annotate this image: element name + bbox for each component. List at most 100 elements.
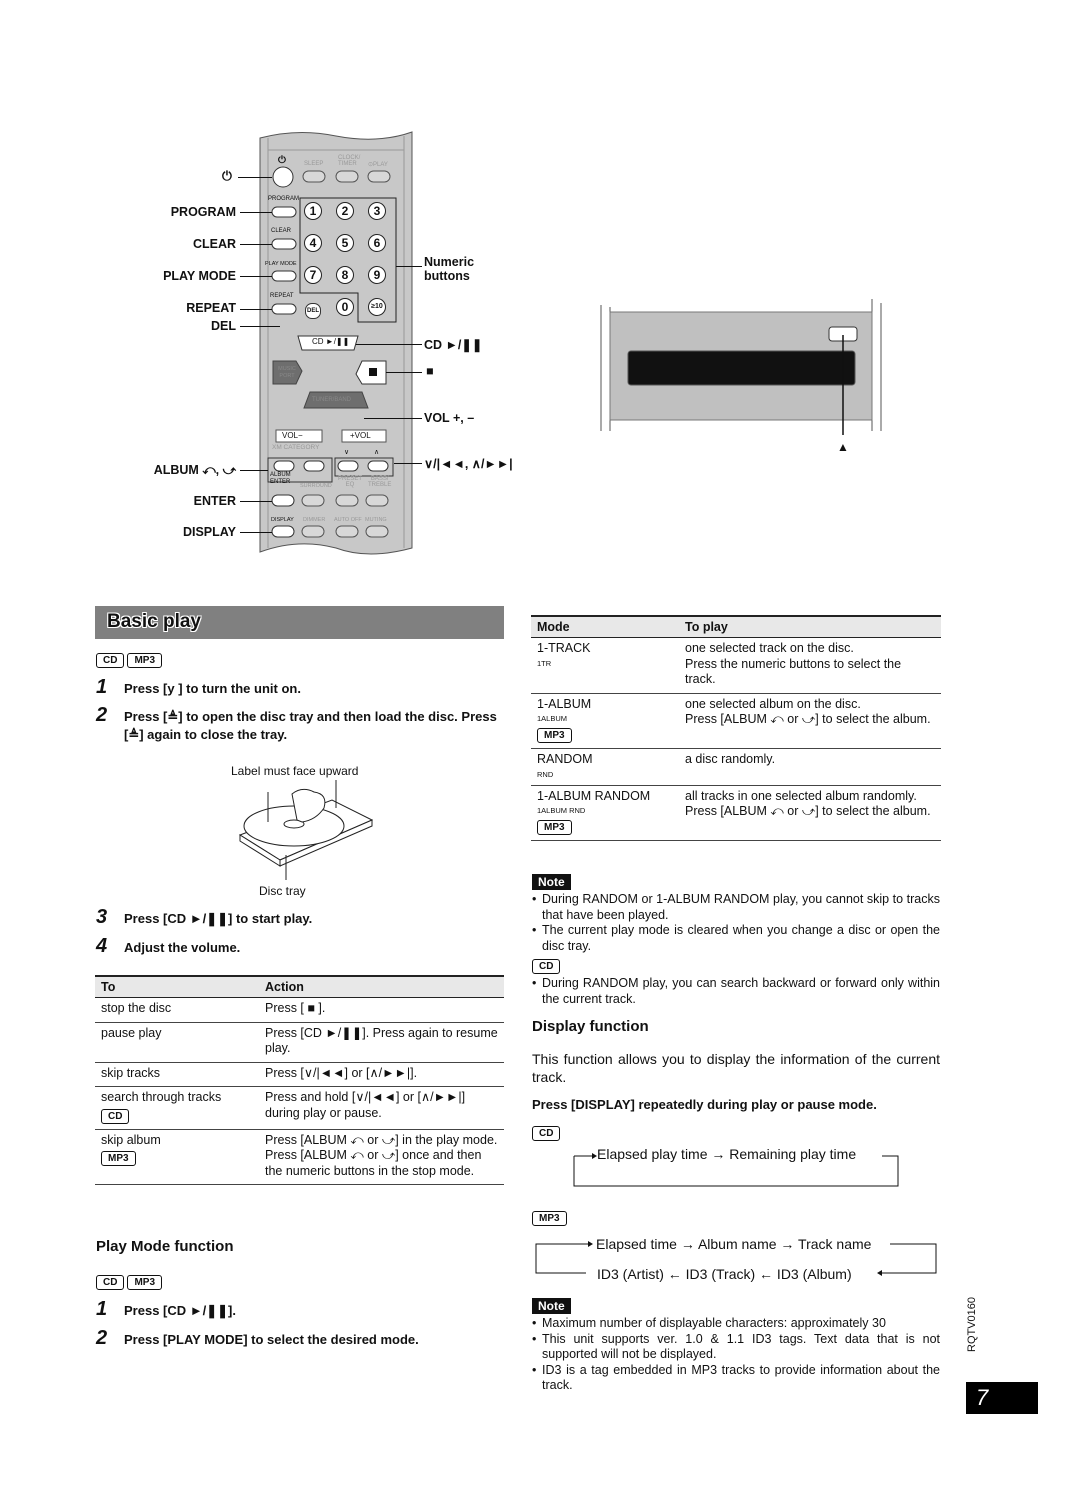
numeric-button-5[interactable]: 5: [336, 234, 354, 252]
numeric-button-6[interactable]: 6: [368, 234, 386, 252]
display-mp3-badge-wrap: MP3: [532, 1208, 570, 1226]
play-mode-table: Mode To play 1-TRACK 1TR one selected trac…: [531, 615, 941, 841]
cell-mode: 1-TRACK 1TR: [531, 637, 679, 694]
tuner-band-button[interactable]: TUNER/BAND: [312, 397, 351, 403]
program-button-label: PROGRAM: [268, 196, 300, 202]
cell-mode: 1-ALBUM RANDOM 1ALBUM RND MP3: [531, 785, 679, 841]
surround-label: SURROUND: [300, 483, 332, 489]
callout-play-mode: PLAY MODE: [163, 269, 236, 283]
cell-mode: RANDOM RND: [531, 748, 679, 786]
callout-stop: ■: [426, 364, 434, 378]
bass-treble-label: BASS/TREBLE: [368, 476, 392, 488]
table-row: search through tracks CD Press and hold [∨…: [95, 1086, 504, 1130]
callout-cd-play-pause: CD ►/❚❚: [424, 338, 483, 352]
cd-play-pause-button[interactable]: CD ►/❚❚: [312, 337, 349, 346]
play-mode-note-tag: Note: [532, 873, 571, 891]
xm-category-label: XM CATEGORY: [272, 444, 320, 451]
numeric-button-7[interactable]: 7: [304, 266, 322, 284]
cd-badge: CD: [96, 1275, 125, 1290]
play-mode-title: Play Mode function: [96, 1238, 234, 1255]
callout-repeat: REPEAT: [186, 301, 236, 315]
note-item: Maximum number of displayable characters…: [532, 1316, 940, 1332]
callout-power: ⏻: [222, 169, 232, 183]
table-row: pause play Press [CD ►/❚❚]. Press again t…: [95, 1022, 504, 1063]
dimmer-label: DIMMER: [303, 517, 326, 523]
vol-minus-button[interactable]: VOL−: [282, 431, 303, 440]
note-item: During RANDOM or 1-ALBUM RANDOM play, yo…: [532, 892, 940, 923]
cell-to-play: a disc randomly.: [679, 748, 941, 786]
cd-display-sequence: Elapsed play time → Remaining play time: [597, 1146, 857, 1162]
display-button-label: DISPLAY: [271, 517, 294, 523]
mode-indicator: 1ALBUM RND: [537, 806, 586, 815]
numeric-button-9[interactable]: 9: [368, 266, 386, 284]
numeric-button-1[interactable]: 1: [304, 202, 322, 220]
mp3-badge: MP3: [532, 1211, 567, 1226]
note-item: This unit supports ver. 1.0 & 1.1 ID3 ta…: [532, 1332, 940, 1363]
mp3-display-sequence-bottom: ID3 (Artist) ← ID3 (Track) ← ID3 (Album): [597, 1266, 852, 1282]
table-row: skip tracks Press [∨/|◄◄] or [∧/►►|].: [95, 1062, 504, 1087]
display-function-title: Display function: [532, 1018, 649, 1035]
display-note-tag: Note: [532, 1297, 571, 1315]
numeric-button-0[interactable]: 0: [336, 298, 354, 316]
cell-action: Press [ ■ ].: [259, 997, 504, 1023]
vol-plus-button[interactable]: +VOL: [350, 431, 371, 440]
table-row: stop the disc Press [ ■ ].: [95, 997, 504, 1023]
disc-tray-label: Disc tray: [259, 884, 306, 898]
cell-action: Press [ALBUM ⤺ or ⤻] in the play mode. Pr…: [259, 1129, 504, 1185]
preset-eq-label: PRESET EQ: [338, 476, 363, 488]
music-port-button[interactable]: MUSIC PORT: [274, 366, 300, 380]
cell-to-play: one selected track on the disc. Press the…: [679, 637, 941, 694]
play-mode-badges: CD MP3: [96, 1272, 165, 1290]
callout-skip: ∨/|◄◄, ∧/►►|: [424, 457, 513, 471]
page-number: 7: [976, 1385, 989, 1410]
mode-indicator: RND: [537, 769, 554, 779]
col-header-mode: Mode: [531, 615, 679, 638]
numeric-button-≥10[interactable]: ≥10: [368, 298, 386, 316]
numeric-button-2[interactable]: 2: [336, 202, 354, 220]
cd-badge: CD: [96, 653, 125, 668]
numeric-button-4[interactable]: 4: [304, 234, 322, 252]
col-header-action: Action: [259, 975, 504, 998]
numeric-button-8[interactable]: 8: [336, 266, 354, 284]
down-label: ∨: [344, 449, 350, 456]
display-cd-badge-wrap: CD: [532, 1123, 563, 1141]
callout-clear: CLEAR: [192, 237, 236, 251]
cell-to: search through tracks CD: [95, 1086, 259, 1130]
callout-album: ALBUM ⤺, ⤻: [153, 463, 236, 477]
table-row: 1-ALBUM RANDOM 1ALBUM RND MP3 all tracks in…: [531, 785, 941, 841]
cell-action: Press [CD ►/❚❚]. Press again to resume p…: [259, 1022, 504, 1063]
mp3-badge: MP3: [537, 728, 572, 743]
del-button[interactable]: DEL: [305, 303, 321, 319]
cell-mode: 1-ALBUM 1ALBUM MP3: [531, 693, 679, 749]
table-row: skip album MP3 Press [ALBUM ⤺ or ⤻] in the…: [95, 1129, 504, 1185]
callout-numeric-buttons: Numeric buttons: [424, 255, 475, 283]
cell-to-play: one selected album on the disc. Press [AL…: [679, 693, 941, 749]
mode-indicator: 1TR: [537, 658, 552, 668]
cell-to-play: all tracks in one selected album randoml…: [679, 785, 941, 841]
mp3-badge: MP3: [101, 1151, 136, 1166]
disc-tray-illustration: [238, 780, 374, 880]
callout-vol: VOL +, –: [424, 411, 475, 425]
play-mode-button-label: PLAY MODE: [265, 261, 297, 267]
eject-icon: ▲: [837, 440, 849, 454]
sleep-button-label: SLEEP: [304, 161, 324, 167]
callout-display: DISPLAY: [182, 525, 236, 539]
callout-enter: ENTER: [193, 494, 236, 508]
cd-badge: CD: [532, 1126, 561, 1141]
col-header-to: To: [95, 975, 259, 998]
basic-play-badges: CD MP3: [96, 650, 165, 668]
col-header-to-play: To play: [679, 615, 941, 638]
play-timer-label: ⊙PLAY: [368, 162, 388, 168]
display-instruction: Press [DISPLAY] repeatedly during play o…: [532, 1097, 877, 1112]
cell-to: pause play: [95, 1022, 259, 1063]
auto-off-label: AUTO OFF: [334, 517, 362, 523]
note-item: During RANDOM play, you can search backw…: [532, 976, 940, 1007]
label-must-face-upward: Label must face upward: [231, 764, 359, 778]
numeric-button-3[interactable]: 3: [368, 202, 386, 220]
cell-to: skip album MP3: [95, 1129, 259, 1185]
clear-button-label: CLEAR: [271, 228, 292, 234]
mp3-badge: MP3: [127, 1275, 163, 1290]
table-row: 1-ALBUM 1ALBUM MP3 one selected album on th…: [531, 693, 941, 749]
table-row: RANDOM RND a disc randomly.: [531, 748, 941, 786]
page-number-box: 7: [966, 1382, 1038, 1414]
